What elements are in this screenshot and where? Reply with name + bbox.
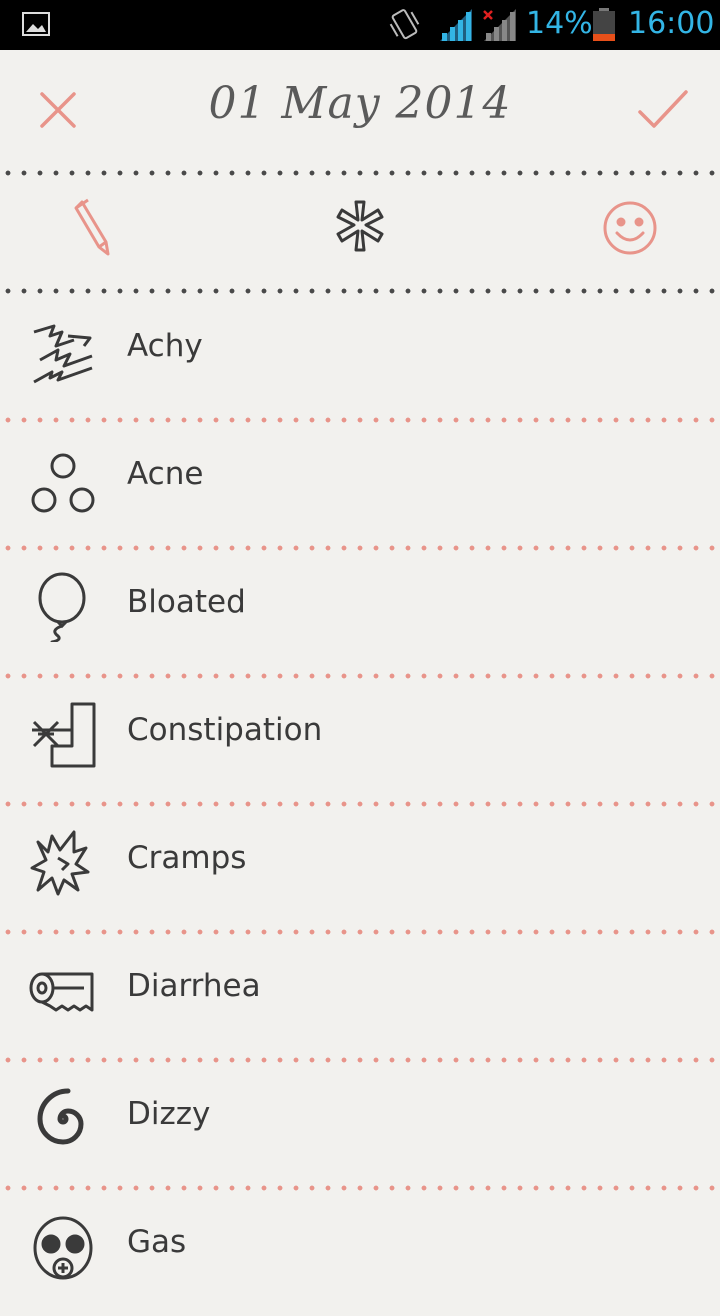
list-item-acne[interactable]: Acne <box>0 420 720 548</box>
check-icon <box>638 90 688 128</box>
gas-mask-icon <box>33 1216 93 1280</box>
signal-icon <box>440 9 472 41</box>
battery-percent: 14% <box>526 6 593 41</box>
list-item-cramps[interactable]: Cramps <box>0 804 720 932</box>
list-item-label: Diarrhea <box>127 968 261 1004</box>
toilet-paper-icon <box>29 972 94 1012</box>
clock: 16:00 <box>628 6 715 41</box>
list-item-label: Gas <box>127 1224 187 1260</box>
blocked-toilet-icon <box>32 702 96 768</box>
list-item-label: Achy <box>127 328 203 364</box>
list-item-label: Cramps <box>127 840 247 876</box>
status-bar: 14% 16:00 <box>0 0 720 50</box>
list-item-dizzy[interactable]: Dizzy <box>0 1060 720 1188</box>
list-item-label: Acne <box>127 456 204 492</box>
lightning-bolts-icon <box>33 324 93 384</box>
spiral-icon <box>37 1088 84 1145</box>
header-divider <box>0 170 720 176</box>
cramp-burst-icon <box>30 830 90 896</box>
asterisk-icon <box>336 200 384 252</box>
list-item-gas[interactable]: Gas <box>0 1188 720 1316</box>
close-button[interactable] <box>36 88 80 132</box>
vibrate-icon <box>389 9 420 40</box>
tab-moods[interactable] <box>602 200 658 256</box>
list-item-label: Dizzy <box>127 1096 211 1132</box>
list-item-diarrhea[interactable]: Diarrhea <box>0 932 720 1060</box>
tab-symptoms[interactable] <box>330 198 390 258</box>
pencil-icon <box>74 198 110 256</box>
list-item-label: Bloated <box>127 584 246 620</box>
list-item-label: Constipation <box>127 712 323 748</box>
list-item-achy[interactable]: Achy <box>0 292 720 420</box>
list-item-constipation[interactable]: Constipation <box>0 676 720 804</box>
gallery-icon <box>22 12 50 36</box>
page-title: 01 May 2014 <box>208 78 512 129</box>
signal-off-icon <box>483 9 516 41</box>
close-icon <box>40 92 76 128</box>
confirm-button[interactable] <box>636 86 690 132</box>
list-item-bloated[interactable]: Bloated <box>0 548 720 676</box>
smiley-icon <box>603 201 657 255</box>
tab-notes[interactable] <box>66 198 116 258</box>
battery-icon <box>593 8 615 41</box>
balloon-icon <box>38 572 86 642</box>
circles-icon <box>31 453 95 513</box>
